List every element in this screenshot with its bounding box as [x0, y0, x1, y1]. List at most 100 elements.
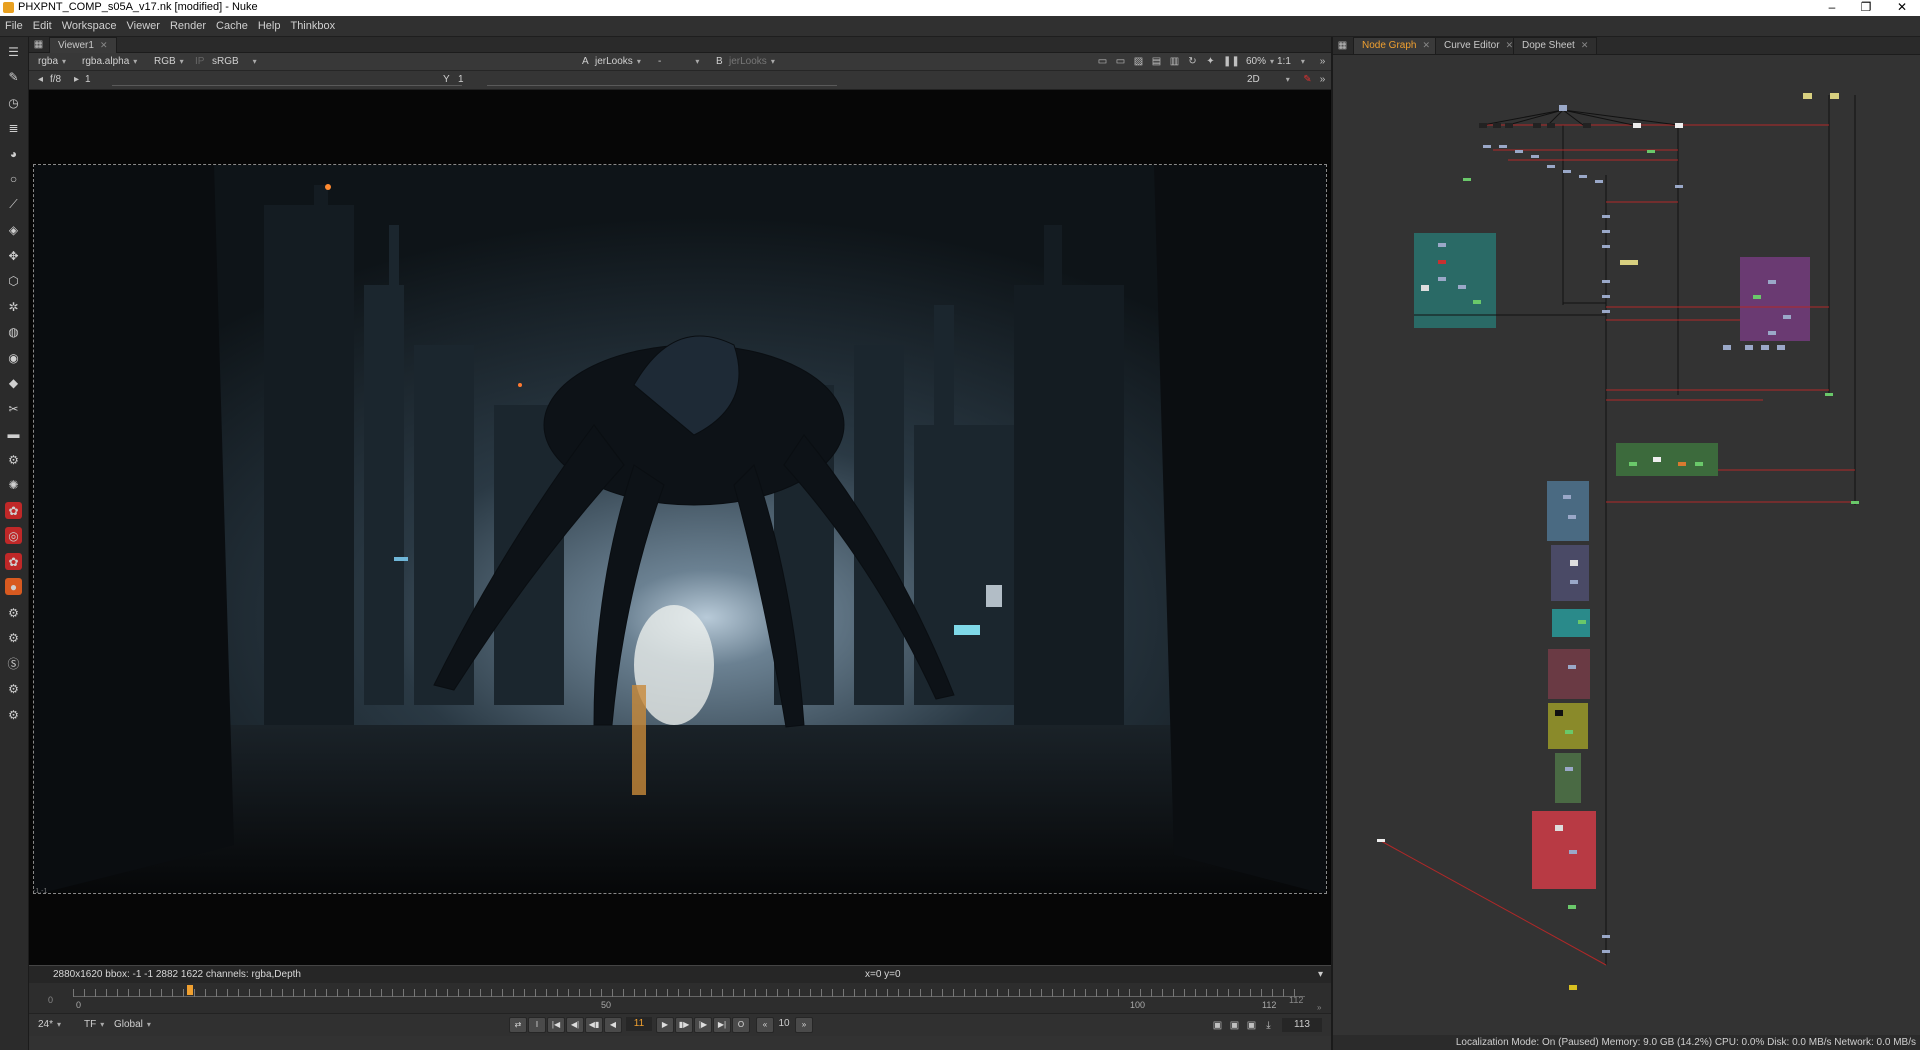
particles-icon[interactable]: ✂ [5, 400, 22, 417]
current-frame-field[interactable]: 11 [626, 1017, 652, 1031]
clipping-icon[interactable]: ▤ [1151, 56, 1162, 67]
color-icon[interactable]: ◕ [5, 145, 22, 162]
overscan-icon[interactable]: ▭ [1115, 56, 1126, 67]
keyer-icon[interactable]: ⟋ [5, 196, 22, 213]
right-pane-menu-icon[interactable]: ▦ [1337, 40, 1348, 51]
views-icon[interactable]: ✲ [5, 298, 22, 315]
gizmo4-icon[interactable]: ⚙ [5, 706, 22, 723]
input-a-dropdown[interactable]: jerLooks ▾ [592, 55, 644, 68]
timeline[interactable]: 0 0 50 100 112 112 » [29, 983, 1331, 1013]
color-pick-icon[interactable]: ✎ [1302, 74, 1313, 85]
compare-dropdown[interactable]: - ▾ [655, 55, 702, 68]
fstop-field[interactable]: f/8 [47, 73, 64, 86]
first-frame-icon[interactable]: |◀ [547, 1017, 565, 1033]
wrench-icon[interactable]: ⚙ [5, 451, 22, 468]
transform-icon[interactable]: ✥ [5, 247, 22, 264]
close-curve-editor-icon[interactable]: ✕ [1506, 40, 1514, 50]
deep-icon[interactable]: ◆ [5, 374, 22, 391]
filter-icon[interactable]: ○ [5, 170, 22, 187]
proxy-icon[interactable]: ✦ [1205, 56, 1216, 67]
paint-brush-icon[interactable]: ✎ [5, 68, 22, 85]
dial-icon[interactable]: ✺ [5, 476, 22, 493]
step-back-icon[interactable]: « [756, 1017, 774, 1033]
out-point-icon[interactable]: O [732, 1017, 750, 1033]
ofx-icon[interactable]: ▬ [5, 425, 22, 442]
channels-dropdown[interactable]: rgba ▾ [35, 55, 69, 68]
input-b-dropdown[interactable]: jerLooks ▾ [726, 55, 778, 68]
menu-render[interactable]: Render [165, 16, 211, 36]
tf-dropdown[interactable]: TF ▾ [81, 1018, 107, 1031]
gain-field[interactable]: 1 [82, 73, 94, 86]
gamma-slider[interactable] [487, 75, 837, 86]
alpha-channel-dropdown[interactable]: rgba.alpha ▾ [79, 55, 140, 68]
gain-toggle-icon[interactable]: ▸ [71, 74, 82, 85]
display-channels-dropdown[interactable]: RGB ▾ [151, 55, 187, 68]
menu-help[interactable]: Help [253, 16, 286, 36]
last-frame-icon[interactable]: ▶| [713, 1017, 731, 1033]
tab-node-graph[interactable]: Node Graph ✕ [1353, 37, 1440, 54]
info-bar-menu-icon[interactable]: ▾ [1318, 969, 1323, 980]
lut-dropdown[interactable]: sRGB ▾ [209, 55, 260, 68]
wipe-icon[interactable]: ▨ [1133, 56, 1144, 67]
gamma-field[interactable]: 1 [455, 73, 467, 86]
plugin-orange-icon[interactable]: ● [5, 578, 22, 595]
timeline-expand-icon[interactable]: » [1317, 1003, 1321, 1012]
view-mode-dropdown[interactable]: 2D ▾ [1244, 73, 1293, 86]
menu-cache[interactable]: Cache [211, 16, 253, 36]
close-button[interactable]: ✕ [1885, 0, 1919, 16]
prev-frame-icon[interactable]: ◀▮ [585, 1017, 603, 1033]
menu-thinkbox[interactable]: Thinkbox [285, 16, 340, 36]
step-field[interactable]: 10 [775, 1018, 793, 1029]
playback-mode-icon[interactable]: ⇄ [509, 1017, 527, 1033]
plugin-red-icon[interactable]: ✿ [5, 502, 22, 519]
ratio-dropdown[interactable]: 1:1 ▾ [1274, 55, 1308, 68]
gizmo3-icon[interactable]: ⚙ [5, 680, 22, 697]
fps-dropdown[interactable]: 24* ▾ [35, 1018, 64, 1031]
channel-icon[interactable]: ≣ [5, 119, 22, 136]
next-keyframe-icon[interactable]: |▶ [694, 1017, 712, 1033]
menu-workspace[interactable]: Workspace [57, 16, 122, 36]
prev-keyframe-icon[interactable]: ◀| [566, 1017, 584, 1033]
close-tab-icon[interactable]: ✕ [100, 40, 108, 50]
merge-icon[interactable]: ◈ [5, 221, 22, 238]
pause-icon[interactable]: ❚❚ [1223, 56, 1240, 67]
roi-icon[interactable]: ▭ [1097, 56, 1108, 67]
plugin-ring-icon[interactable]: ◎ [5, 527, 22, 544]
pane-menu-icon[interactable]: ▦ [33, 39, 44, 50]
export-icon[interactable]: ⤓ [1263, 1020, 1274, 1031]
gain-slider[interactable] [112, 75, 462, 86]
fstop-down-icon[interactable]: ◂ [35, 74, 46, 85]
gizmo2-icon[interactable]: ⚙ [5, 629, 22, 646]
refresh-icon[interactable]: ↻ [1187, 56, 1198, 67]
s-icon[interactable]: Ⓢ [5, 655, 22, 672]
compare-icon[interactable]: ▥ [1169, 56, 1180, 67]
expand2-icon[interactable]: » [1317, 74, 1328, 85]
tab-curve-editor[interactable]: Curve Editor ✕ [1435, 37, 1523, 54]
range-dropdown[interactable]: Global ▾ [111, 1018, 154, 1031]
node-graph-canvas[interactable] [1333, 55, 1920, 1035]
menu-edit[interactable]: Edit [28, 16, 57, 36]
metadata-icon[interactable]: ◍ [5, 323, 22, 340]
last-frame-field[interactable]: 113 [1282, 1018, 1322, 1032]
menu-viewer[interactable]: Viewer [122, 16, 165, 36]
3d-icon[interactable]: ⬡ [5, 272, 22, 289]
ip-button[interactable]: IP [192, 55, 207, 68]
play-backward-icon[interactable]: ◀ [604, 1017, 622, 1033]
lock-icon[interactable]: ▣ [1246, 1020, 1257, 1031]
tab-dope-sheet[interactable]: Dope Sheet ✕ [1513, 37, 1598, 54]
plugin-red2-icon[interactable]: ✿ [5, 553, 22, 570]
record-icon[interactable]: ▣ [1229, 1020, 1240, 1031]
playhead[interactable] [187, 985, 193, 995]
minimize-button[interactable]: – [1815, 0, 1849, 16]
play-forward-icon[interactable]: ▶ [656, 1017, 674, 1033]
close-dope-sheet-icon[interactable]: ✕ [1581, 40, 1589, 50]
time-icon[interactable]: ◷ [5, 94, 22, 111]
other-icon[interactable]: ◉ [5, 349, 22, 366]
flipbook-icon[interactable]: ▣ [1212, 1020, 1223, 1031]
step-forward-icon[interactable]: » [795, 1017, 813, 1033]
menu-file[interactable]: File [0, 16, 28, 36]
tab-viewer1[interactable]: Viewer1 ✕ [49, 37, 117, 53]
maximize-button[interactable]: ❐ [1849, 0, 1883, 16]
close-node-graph-icon[interactable]: ✕ [1422, 40, 1430, 50]
in-point-icon[interactable]: I [528, 1017, 546, 1033]
